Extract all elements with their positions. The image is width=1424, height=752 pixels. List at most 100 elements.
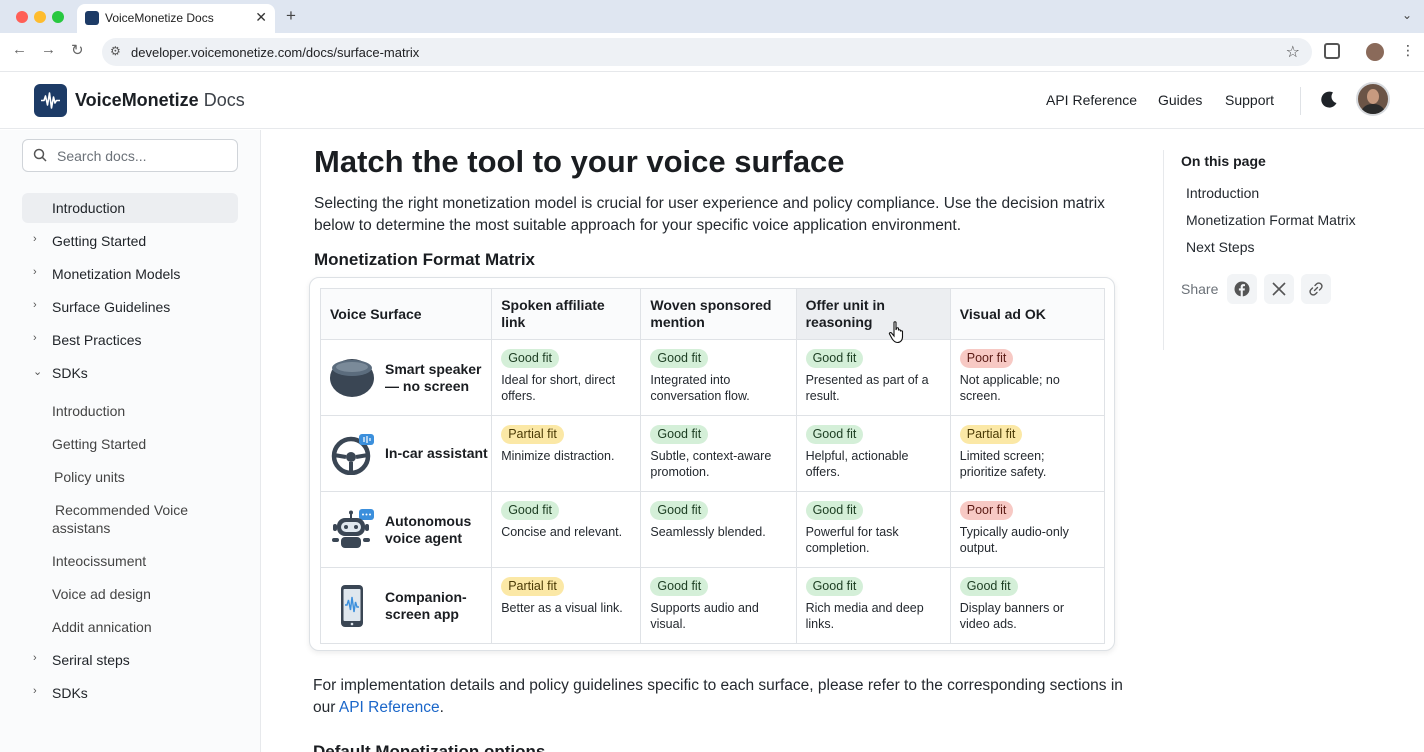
surface-cell: In-car assistant xyxy=(319,415,493,492)
api-reference-link[interactable]: API Reference xyxy=(339,699,440,716)
matrix-cell: Good fit Ideal for short, direct offers. xyxy=(491,339,642,416)
sidebar-subitem-voice-ad-design[interactable]: Voice ad design xyxy=(52,585,232,603)
column-header[interactable]: Offer unit in reasoning xyxy=(795,288,951,340)
fit-badge: Good fit xyxy=(959,577,1018,596)
sidebar-item-label: Getting Started xyxy=(52,233,147,249)
fit-badge: Good fit xyxy=(650,577,709,596)
sidebar-item-monetization-models[interactable]: › Monetization Models xyxy=(22,259,238,289)
x-share-button[interactable] xyxy=(1264,274,1294,304)
sidebar-subitem-policy-units[interactable]: Policy units xyxy=(54,468,234,486)
cell-description: Limited screen; prioritize safety. xyxy=(959,449,1047,479)
matrix-cell: Good fit Helpful, actionable offers. xyxy=(795,415,951,492)
matrix-cell: Good fit Integrated into conversation flo… xyxy=(640,339,797,416)
toc-item-next-steps[interactable]: Next Steps xyxy=(1186,239,1254,255)
sidebar-item-serial-steps[interactable]: › Seriral steps xyxy=(22,645,238,675)
chevron-right-icon: › xyxy=(33,266,37,278)
bookmark-star-icon[interactable]: ☆ xyxy=(1286,42,1300,62)
logo-icon[interactable] xyxy=(34,84,67,117)
matrix-cell: Partial fit Better as a visual link. xyxy=(491,567,642,644)
cell-description: Rich media and deep links. xyxy=(805,601,924,631)
fit-badge: Good fit xyxy=(650,501,709,520)
page-title: Match the tool to your voice surface xyxy=(314,144,845,179)
facebook-share-button[interactable] xyxy=(1227,274,1257,304)
sidebar-subitem-getting-started[interactable]: Getting Started xyxy=(52,435,232,453)
sidebar-item-introduction[interactable]: Introduction xyxy=(22,193,238,223)
next-section-heading: Default Monetization options xyxy=(313,742,546,752)
monetization-matrix-table: Voice Surface Spoken affiliate link Wove… xyxy=(319,288,1106,644)
cell-description: Integrated into conversation flow. xyxy=(650,373,750,403)
surface-label: Smart speaker — no screen xyxy=(385,361,482,394)
browser-tab[interactable]: VoiceMonetize Docs ✕ xyxy=(77,4,275,33)
sidebar-item-label: Introduction xyxy=(52,200,126,216)
dark-mode-moon-icon[interactable] xyxy=(1319,90,1339,110)
back-arrow-icon[interactable]: ← xyxy=(12,41,27,58)
sidebar-item-surface-guidelines[interactable]: › Surface Guidelines xyxy=(22,292,238,322)
brand-name[interactable]: VoiceMonetize Docs xyxy=(75,90,245,111)
matrix-cell: Good fit Subtle, context-aware promotion. xyxy=(640,415,797,492)
sidebar-item-getting-started[interactable]: › Getting Started xyxy=(22,226,238,256)
cell-description: Presented as part of a result. xyxy=(805,373,929,403)
toc-item-matrix[interactable]: Monetization Format Matrix xyxy=(1186,212,1356,228)
intro-paragraph: Selecting the right monetization model i… xyxy=(314,195,1105,234)
fit-badge: Good fit xyxy=(805,501,864,520)
sidebar-item-sdks[interactable]: ⌄ SDKs xyxy=(22,358,238,388)
copy-link-button[interactable] xyxy=(1301,274,1331,304)
matrix-heading: Monetization Format Matrix xyxy=(314,250,536,269)
nav-support[interactable]: Support xyxy=(1225,92,1274,108)
cell-description: Typically audio-only output. xyxy=(959,525,1069,555)
site-header: VoiceMonetize Docs API Reference Guides … xyxy=(0,73,1424,129)
sidebar-subitem-inteocissument[interactable]: Inteocissument xyxy=(52,552,232,570)
sidebar-subitem-addit-annication[interactable]: Addit annication xyxy=(52,618,232,636)
smart-speaker-icon xyxy=(330,359,374,397)
forward-arrow-icon[interactable]: → xyxy=(41,41,56,58)
cell-description: Display banners or video ads. xyxy=(959,601,1064,631)
docs-sidebar: Introduction › Getting Started › Monetiz… xyxy=(0,130,261,752)
reload-icon[interactable]: ↻ xyxy=(71,41,84,59)
address-bar[interactable]: ⚙ developer.voicemonetize.com/docs/surfa… xyxy=(102,38,1312,66)
matrix-cell: Good fit Concise and relevant. xyxy=(491,491,642,568)
browser-tab-bar: VoiceMonetize Docs ✕ + ⌄ xyxy=(0,0,1424,33)
cell-description: Seamlessly blended. xyxy=(650,525,766,539)
maximize-window-button[interactable] xyxy=(52,11,64,23)
user-avatar[interactable] xyxy=(1356,82,1390,116)
site-info-icon[interactable]: ⚙ xyxy=(110,44,121,58)
column-header: Visual ad OK xyxy=(949,288,1106,340)
new-tab-icon[interactable]: + xyxy=(286,6,296,26)
sidebar-item-best-practices[interactable]: › Best Practices xyxy=(22,325,238,355)
search-input[interactable] xyxy=(57,146,227,166)
cell-description: Minimize distraction. xyxy=(501,449,615,463)
url-text[interactable]: developer.voicemonetize.com/docs/surface… xyxy=(131,45,419,60)
close-window-button[interactable] xyxy=(16,11,28,23)
fit-badge: Good fit xyxy=(650,349,709,368)
minimize-window-button[interactable] xyxy=(34,11,46,23)
matrix-card: Voice Surface Spoken affiliate link Wove… xyxy=(309,277,1115,651)
nav-api-reference[interactable]: API Reference xyxy=(1046,92,1137,108)
matrix-cell: Poor fit Typically audio-only output. xyxy=(949,491,1106,568)
toc-item-introduction[interactable]: Introduction xyxy=(1186,185,1259,201)
sidebar-subitem-recommended-voice[interactable]: Recommended Voice assistans xyxy=(52,501,232,537)
close-tab-icon[interactable]: ✕ xyxy=(255,9,267,26)
table-header-row: Voice Surface Spoken affiliate link Wove… xyxy=(319,288,1106,340)
search-box[interactable] xyxy=(22,139,238,172)
extensions-icon[interactable] xyxy=(1324,43,1340,59)
table-row: Smart speaker — no screen Good fit Ideal … xyxy=(319,339,1106,416)
avatar-face xyxy=(1367,89,1379,104)
main-content: Match the tool to your voice surface Sel… xyxy=(262,130,1152,752)
chevron-right-icon: › xyxy=(33,685,37,697)
fit-badge: Good fit xyxy=(805,577,864,596)
hand-cursor-icon xyxy=(888,321,904,344)
fit-badge: Good fit xyxy=(805,349,864,368)
matrix-cell: Poor fit Not applicable; no screen. xyxy=(949,339,1106,416)
header-divider xyxy=(1300,87,1301,115)
nav-guides[interactable]: Guides xyxy=(1158,92,1202,108)
matrix-cell: Good fit Rich media and deep links. xyxy=(795,567,951,644)
sidebar-item-sdks-bottom[interactable]: › SDKs xyxy=(22,678,238,708)
matrix-cell: Good fit Presented as part of a result. xyxy=(795,339,951,416)
sidebar-subitem-introduction[interactable]: Introduction xyxy=(52,402,232,420)
browser-menu-icon[interactable]: ⋮ xyxy=(1401,42,1415,59)
matrix-cell: Partial fit Minimize distraction. xyxy=(491,415,642,492)
surface-label: Companion-screen app xyxy=(385,589,467,622)
tab-search-chevron-icon[interactable]: ⌄ xyxy=(1402,8,1412,22)
favicon-icon xyxy=(85,11,99,25)
profile-icon[interactable] xyxy=(1366,43,1384,61)
